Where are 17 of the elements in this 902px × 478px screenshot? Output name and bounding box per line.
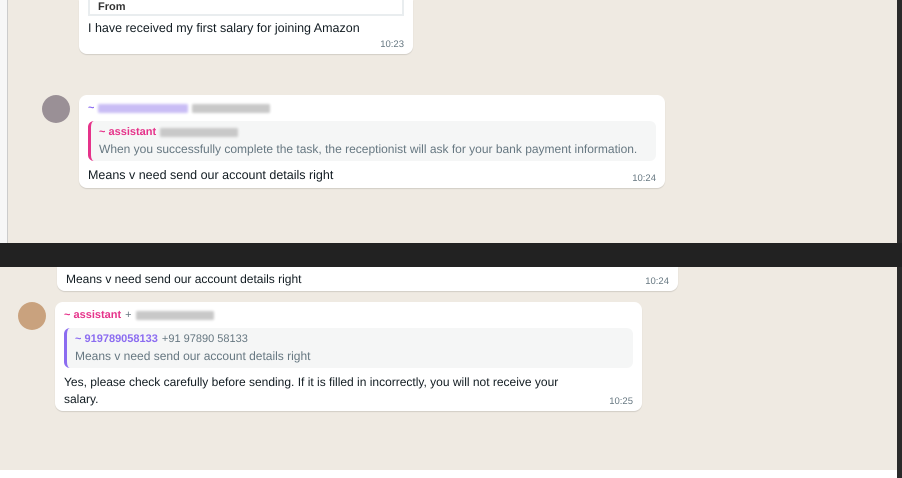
timestamp: 10:23 bbox=[380, 38, 404, 51]
message-text: Means v need send our account details right bbox=[88, 167, 334, 184]
sender-name: ~ assistant bbox=[64, 308, 122, 323]
quoted-card: From bbox=[88, 0, 404, 16]
quote-phone: +91 97890 58133 bbox=[162, 332, 248, 348]
quote-author: ~ assistant bbox=[99, 125, 156, 140]
quote-author: ~ 919789058133 bbox=[75, 332, 158, 348]
sender-phone: + bbox=[125, 308, 132, 323]
quote-text: When you successfully complete the task, the receptionist will ask for your bank payment information. bbox=[99, 140, 638, 158]
message-text: I have received my first salary for joining Amazon bbox=[88, 20, 361, 37]
message-text: Means v need send our account details right bbox=[66, 271, 302, 288]
timestamp: 10:24 bbox=[645, 274, 669, 288]
timestamp: 10:25 bbox=[609, 394, 633, 408]
timestamp: 10:24 bbox=[632, 172, 656, 185]
sender-name: ~ bbox=[88, 100, 94, 116]
message-text: Yes, please check carefully before sending. If it is filled in incorrectly, you will not receive your salary. bbox=[64, 374, 560, 408]
quote-text: Means v need send our account details right bbox=[75, 348, 312, 364]
